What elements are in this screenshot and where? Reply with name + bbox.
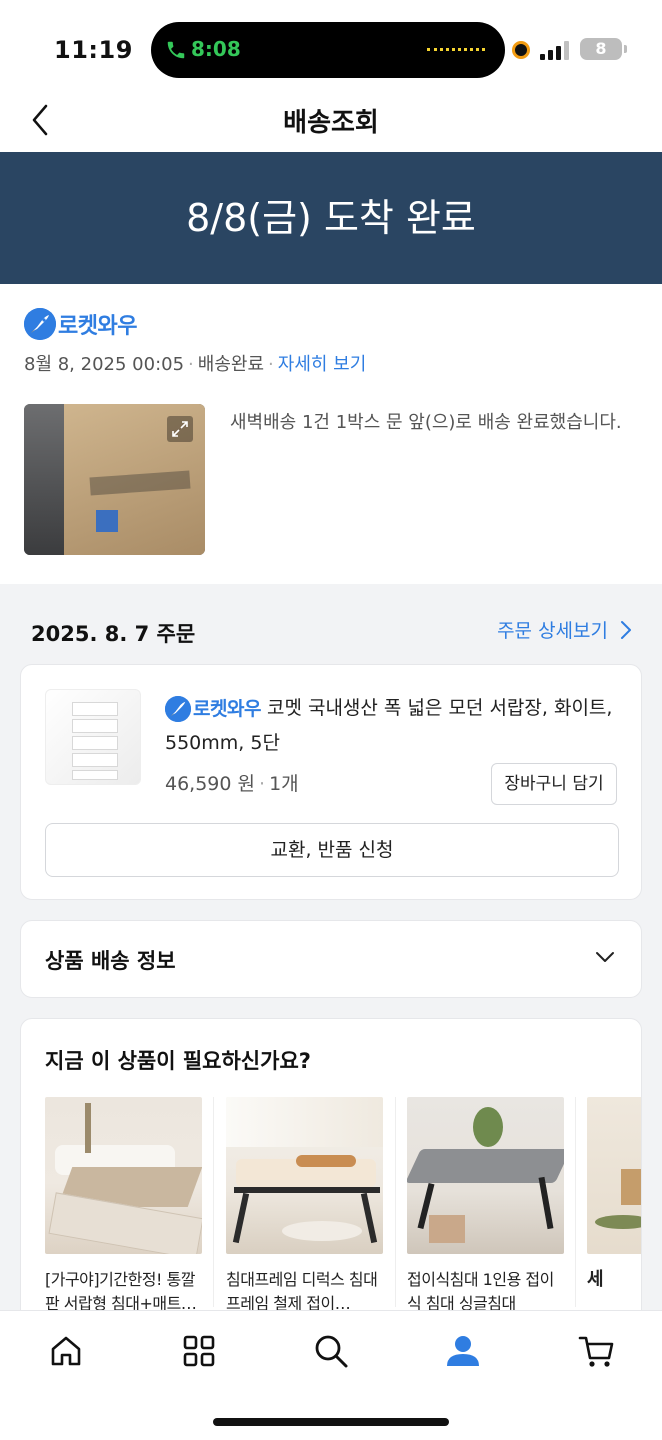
order-detail-link[interactable]: 주문 상세보기 — [497, 616, 632, 643]
home-icon[interactable] — [46, 1331, 86, 1371]
expand-icon[interactable] — [167, 416, 193, 442]
recommendation-section: 지금 이 상품이 필요하신가요? [가구야]기간한정! 통깔판 서랍형 침대+매… — [20, 1018, 642, 1338]
call-duration: 8:08 — [191, 37, 241, 61]
delivery-status-text: 배송완료 — [197, 354, 265, 375]
chevron-right-icon — [621, 620, 631, 639]
recommended-product[interactable]: 침대프레임 디럭스 침대 프레임 철제 접이… — [226, 1097, 383, 1316]
recommended-product[interactable]: [가구야]기간한정! 통깔판 서랍형 침대+매트… — [45, 1097, 202, 1316]
product-image — [226, 1097, 383, 1254]
battery-icon: 8 — [580, 38, 622, 60]
phone-call-icon — [167, 41, 185, 59]
category-icon[interactable] — [179, 1331, 219, 1371]
delivery-datetime: 8월 8, 2025 00:05 — [24, 354, 185, 375]
order-date: 2025. 8. 7 주문 — [31, 622, 196, 646]
recommended-product-name: 침대프레임 디럭스 침대 프레임 철제 접이… — [226, 1270, 378, 1313]
rocket-wow-badge: 로켓와우 — [24, 308, 137, 340]
rocket-wow-badge: 로켓와우 — [165, 692, 261, 726]
order-item-card: 로켓와우 코멧 국내생산 폭 넓은 모던 서랍장, 화이트, 550mm, 5단… — [20, 664, 642, 900]
status-time: 11:19 — [54, 36, 133, 64]
view-details-link[interactable]: 자세히 보기 — [278, 354, 367, 375]
recommended-product[interactable]: 접이식침대 1인용 접이식 침대 싱글침대 — [407, 1097, 564, 1316]
product-image — [45, 1097, 202, 1254]
shipping-info-label: 상품 배송 정보 — [45, 949, 176, 973]
order-header: 2025. 8. 7 주문 주문 상세보기 — [0, 600, 662, 656]
audio-wave-icon — [427, 48, 485, 52]
recommended-product-name: [가구야]기간한정! 통깔판 서랍형 침대+매트… — [45, 1270, 197, 1313]
cellular-signal-icon — [540, 40, 572, 60]
product-title[interactable]: 로켓와우 코멧 국내생산 폭 넓은 모던 서랍장, 화이트, 550mm, 5단 — [165, 691, 625, 760]
shipping-info-accordion[interactable]: 상품 배송 정보 — [20, 920, 642, 998]
my-account-icon[interactable] — [443, 1331, 483, 1371]
dynamic-island[interactable]: 8:08 — [151, 22, 505, 78]
recording-indicator-icon — [512, 41, 530, 59]
order-detail-label: 주문 상세보기 — [497, 620, 608, 642]
product-image — [407, 1097, 564, 1254]
home-indicator — [213, 1418, 449, 1426]
recommendation-title: 지금 이 상품이 필요하신가요? — [45, 1049, 311, 1073]
rocket-icon — [165, 695, 191, 722]
rocket-icon — [24, 308, 56, 340]
brand-label: 로켓와우 — [193, 697, 261, 720]
product-thumbnail[interactable] — [45, 689, 141, 785]
exchange-return-button[interactable]: 교환, 반품 신청 — [45, 823, 619, 877]
product-image — [587, 1097, 641, 1254]
chevron-down-icon — [596, 952, 614, 962]
top-header: 배송조회 — [0, 92, 662, 152]
page-title: 배송조회 — [283, 108, 379, 138]
delivery-description: 새벽배송 1건 1박스 문 앞(으)로 배송 완료했습니다. — [230, 412, 622, 433]
recommended-product-name: 접이식침대 1인용 접이식 침대 싱글침대 — [407, 1270, 554, 1313]
price-quantity: 46,590 원 · 1개 — [165, 773, 299, 795]
brand-label: 로켓와우 — [58, 314, 137, 339]
product-price: 46,590 원 — [165, 773, 256, 795]
cart-icon[interactable] — [577, 1331, 617, 1371]
delivery-meta: 8월 8, 2025 00:05 · 배송완료 · 자세히 보기 — [24, 354, 367, 375]
arrival-banner: 8/8(금) 도착 완료 — [0, 152, 662, 284]
recommended-product-name: 세 — [587, 1269, 604, 1290]
product-quantity: 1개 — [269, 773, 299, 795]
battery-tip — [624, 45, 627, 53]
delivery-proof-photo[interactable] — [24, 404, 205, 555]
recommended-product[interactable]: 세 — [587, 1097, 641, 1316]
add-to-cart-button[interactable]: 장바구니 담기 — [491, 763, 617, 805]
delivery-status-card: 로켓와우 8월 8, 2025 00:05 · 배송완료 · 자세히 보기 새벽배송 1… — [0, 284, 662, 584]
status-bar: 11:19 8:08 8 — [0, 0, 662, 92]
search-icon[interactable] — [311, 1331, 351, 1371]
